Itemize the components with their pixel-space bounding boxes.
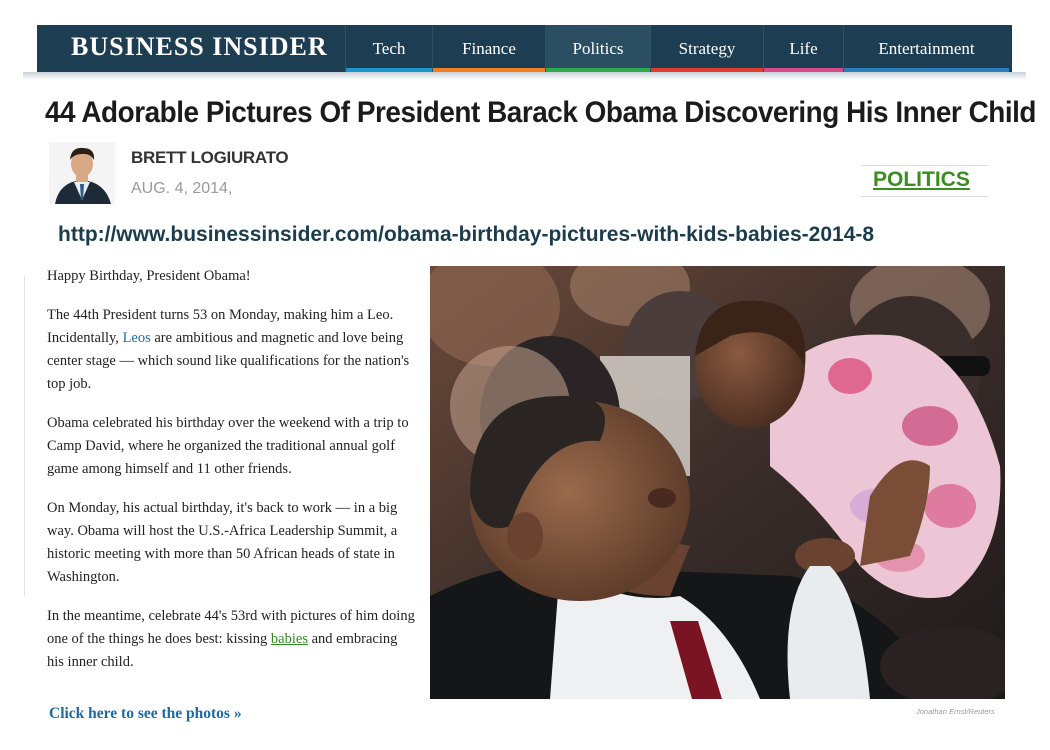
article-photo[interactable] (430, 266, 1005, 699)
paragraph-3: Obama celebrated his birthday over the w… (47, 415, 409, 477)
nav-tab-color-bar (844, 68, 1009, 72)
nav-tab-label: Life (789, 38, 818, 58)
nav-tab-label: Politics (572, 38, 624, 58)
nav-tab-color-bar (764, 68, 843, 72)
nav-tab-color-bar (433, 68, 545, 72)
babies-link[interactable]: babies (271, 631, 308, 647)
nav-tab-color-bar (651, 68, 763, 72)
paragraph-5: In the meantime, celebrate 44's 53rd wit… (47, 605, 417, 674)
top-navbar: BUSINESS INSIDER Tech Finance Politics S… (23, 25, 1026, 80)
navbar-shadow (23, 72, 1026, 80)
leos-link[interactable]: Leos (123, 330, 151, 346)
paragraph-4: On Monday, his actual birthday, it's bac… (47, 500, 398, 585)
left-divider (24, 276, 25, 596)
nav-tab-label: Entertainment (878, 38, 975, 58)
nav-tab-entertainment[interactable]: Entertainment (843, 25, 1009, 72)
nav-tab-tech[interactable]: Tech (345, 25, 432, 72)
site-logo[interactable]: BUSINESS INSIDER (71, 32, 328, 62)
paragraph-2: The 44th President turns 53 on Monday, m… (47, 304, 417, 396)
article-url: http://www.businessinsider.com/obama-bir… (58, 223, 875, 246)
publish-date: AUG. 4, 2014, (131, 180, 233, 197)
nav-tab-label: Tech (372, 38, 406, 58)
nav-tab-politics[interactable]: Politics (545, 25, 650, 72)
article-body: Happy Birthday, President Obama! The 44t… (47, 265, 417, 690)
nav-tab-strategy[interactable]: Strategy (650, 25, 763, 72)
author-avatar[interactable] (49, 142, 115, 204)
nav-tab-label: Finance (462, 38, 516, 58)
category-link[interactable]: POLITICS (873, 168, 970, 192)
article-headline: 44 Adorable Pictures Of President Barack… (45, 96, 1036, 129)
author-name[interactable]: BRETT LOGIURATO (131, 148, 289, 168)
nav-tab-life[interactable]: Life (763, 25, 843, 72)
nav-tab-finance[interactable]: Finance (432, 25, 545, 72)
nav-tab-label: Strategy (678, 38, 736, 58)
paragraph-1: Happy Birthday, President Obama! (47, 268, 251, 284)
nav-tab-color-bar (546, 68, 650, 72)
see-photos-link[interactable]: Click here to see the photos » (49, 705, 242, 723)
photo-credit: Jonathan Ernst/Reuters (916, 707, 995, 716)
nav-tab-color-bar (346, 68, 432, 72)
